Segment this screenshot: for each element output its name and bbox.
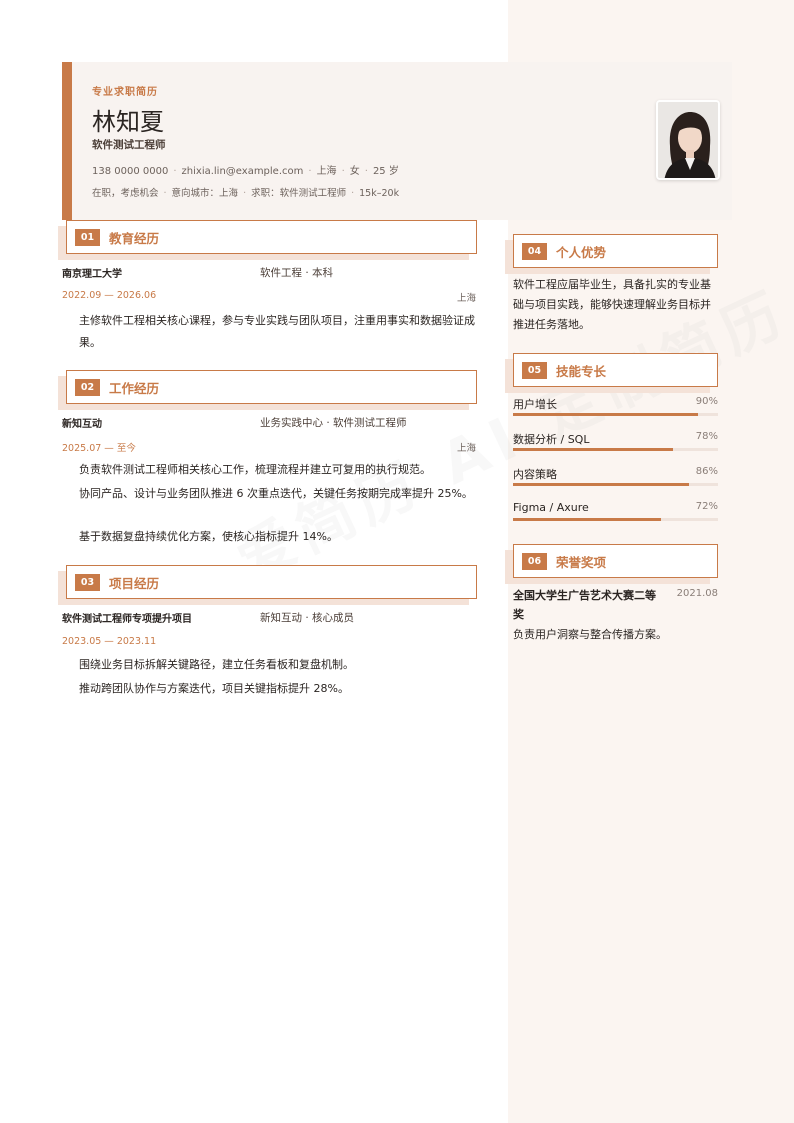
section-title: 个人优势 [556, 245, 607, 260]
work-position: 业务实践中心 · 软件测试工程师 [260, 417, 407, 429]
skill-percent: 90% [695, 396, 718, 407]
skill-bar-track [513, 413, 718, 416]
skill-name: Figma / Axure [513, 501, 589, 514]
company-name: 新知互动 [62, 419, 102, 430]
intent-job: 求职：软件测试工程师 [251, 188, 347, 199]
award-date: 2021.08 [676, 588, 718, 599]
project-head: 软件测试工程师专项提升项目 新知互动 · 核心成员 [62, 610, 478, 626]
intent-city: 意向城市：上海 [171, 188, 239, 199]
resume-header: 专业求职简历 林知夏 软件测试工程师 138 0000 0000 · zhixia.… [62, 62, 732, 220]
advantages-text: 软件工程应届毕业生，具备扎实的专业基础与项目实践，能够快速理解业务目标并推进任务… [513, 278, 711, 331]
work-bullet: 基于数据复盘持续优化方案，使核心指标提升 14%。 [79, 530, 338, 543]
section-title: 项目经历 [109, 576, 160, 591]
resume-page: 爱简历 AI 定制简历 专业求职简历 林知夏 软件测试工程师 138 0000 … [0, 0, 794, 1123]
education-head: 南京理工大学 软件工程 · 本科 [62, 265, 478, 281]
section-number: 01 [75, 229, 100, 246]
section-number: 06 [522, 553, 547, 570]
section-title: 工作经历 [109, 381, 160, 396]
city: 上海 [316, 166, 337, 177]
skill-bar-fill [513, 448, 673, 451]
education-bullet: 主修软件工程相关核心课程，参与专业实践与团队项目，注重用事实和数据验证成果。 [79, 314, 475, 349]
skill-bar-fill [513, 518, 661, 521]
project-bullet: 围绕业务目标拆解关键路径，建立任务看板和复盘机制。 [79, 658, 354, 671]
candidate-role: 软件测试工程师 [92, 139, 166, 151]
skill-bar-track [513, 518, 718, 521]
school-name: 南京理工大学 [62, 269, 122, 280]
work-dates: 2025.07 — 至今 [62, 443, 136, 454]
section-number: 03 [75, 574, 100, 591]
project-meta: 2023.05 — 2023.11 [62, 636, 478, 650]
education-dates: 2022.09 — 2026.06 [62, 290, 157, 301]
major: 软件工程 · 本科 [260, 267, 334, 279]
email: zhixia.lin@example.com [181, 166, 304, 177]
project-dates: 2023.05 — 2023.11 [62, 636, 157, 647]
skill-percent: 78% [695, 431, 718, 442]
project-name: 软件测试工程师专项提升项目 [62, 614, 192, 625]
skill-item: Figma / Axure 72% [513, 501, 719, 521]
intent-salary: 15k–20k [359, 188, 400, 199]
section-number: 02 [75, 379, 100, 396]
work-meta: 2025.07 — 至今 上海 [62, 440, 478, 454]
portrait-illustration [658, 102, 718, 178]
gender: 女 [349, 166, 360, 177]
section-title: 技能专长 [556, 364, 607, 379]
skill-item: 用户增长 90% [513, 396, 719, 416]
project-bullet: 推动跨团队协作与方案迭代，项目关键指标提升 28%。 [79, 682, 349, 695]
award-entry: 全国大学生广告艺术大赛二等奖 2021.08 负责用户洞察与整合传播方案。 [513, 586, 719, 646]
job-status: 在职，考虑机会 [92, 188, 159, 199]
skill-bar-track [513, 483, 718, 486]
work-head: 新知互动 业务实践中心 · 软件测试工程师 [62, 415, 478, 431]
skill-item: 内容策略 86% [513, 466, 719, 486]
section-heading-projects: 03 项目经历 [66, 565, 477, 599]
education-meta: 2022.09 — 2026.06 上海 [62, 290, 478, 304]
skill-percent: 86% [695, 466, 718, 477]
skills-list: 用户增长 90% 数据分析 / SQL 78% 内容策略 86% Figma /… [513, 396, 719, 536]
skill-name: 内容策略 [513, 468, 557, 481]
skill-bar-fill [513, 483, 690, 486]
avatar-photo [656, 100, 720, 180]
section-heading-awards: 06 荣誉奖项 [513, 544, 718, 578]
contact-line: 138 0000 0000 · zhixia.lin@example.com · 上海 ·… [92, 166, 399, 177]
project-role: 新知互动 · 核心成员 [260, 612, 355, 624]
section-number: 04 [522, 243, 547, 260]
skill-bar-track [513, 448, 718, 451]
section-heading-advantages: 04 个人优势 [513, 234, 718, 268]
work-bullet: 协同产品、设计与业务团队推进 6 次重点迭代，关键任务按期完成率提升 25%。 [79, 487, 473, 500]
phone: 138 0000 0000 [92, 166, 169, 177]
section-title: 荣誉奖项 [556, 555, 607, 570]
work-location: 上海 [456, 443, 476, 454]
section-number: 05 [522, 362, 547, 379]
education-location: 上海 [456, 293, 476, 304]
award-description: 负责用户洞察与整合传播方案。 [513, 628, 667, 641]
intent-line: 在职，考虑机会 · 意向城市：上海 · 求职：软件测试工程师 · 15k–20k [92, 188, 400, 199]
section-heading-work: 02 工作经历 [66, 370, 477, 404]
age: 25 岁 [372, 166, 399, 177]
work-bullet: 负责软件测试工程师相关核心工作，梳理流程并建立可复用的执行规范。 [79, 463, 431, 476]
skill-name: 用户增长 [513, 398, 557, 411]
section-heading-education: 01 教育经历 [66, 220, 477, 254]
section-title: 教育经历 [109, 231, 160, 246]
resume-tag: 专业求职简历 [92, 87, 158, 98]
skill-bar-fill [513, 413, 698, 416]
candidate-name: 林知夏 [92, 108, 164, 136]
skill-name: 数据分析 / SQL [513, 433, 590, 446]
skill-item: 数据分析 / SQL 78% [513, 431, 719, 451]
skill-percent: 72% [695, 501, 718, 512]
award-title: 全国大学生广告艺术大赛二等奖 [513, 589, 656, 621]
section-heading-skills: 05 技能专长 [513, 353, 718, 387]
